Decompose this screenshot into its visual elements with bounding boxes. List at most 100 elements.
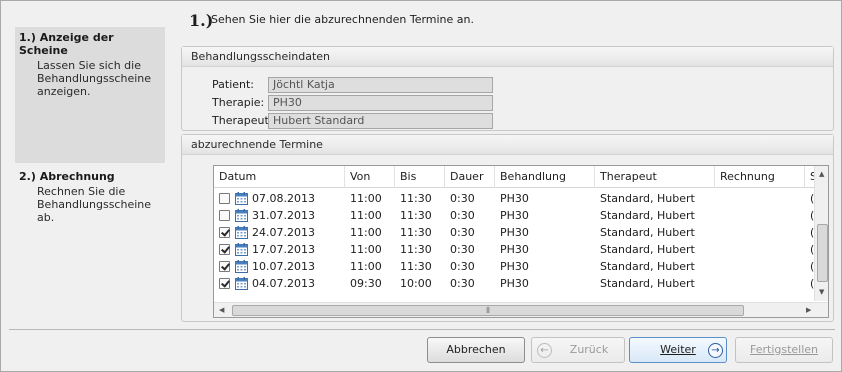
cell-datum: 17.07.2013 bbox=[252, 243, 315, 256]
vertical-scrollbar[interactable]: ▲ ▼ bbox=[814, 166, 828, 301]
table-row[interactable]: 24.07.2013 11:00 11:30 0:30 PH30 Standard, Hu… bbox=[214, 224, 814, 241]
cell-bis: 11:30 bbox=[400, 226, 432, 239]
col-therapeut[interactable]: Therapeut bbox=[595, 166, 715, 188]
row-checkbox[interactable] bbox=[219, 193, 230, 204]
cell-behandlung: PH30 bbox=[500, 209, 529, 222]
cell-dauer: 0:30 bbox=[450, 226, 475, 239]
zurueck-button[interactable]: ← Zurück bbox=[531, 337, 625, 363]
cell-rechnung bbox=[715, 258, 805, 275]
step-abrechnung[interactable]: 2.) Abrechnung Rechnen Sie die Behandlun… bbox=[15, 166, 165, 226]
therapie-label: Therapie: bbox=[212, 96, 265, 109]
group-title: Behandlungsscheindaten bbox=[182, 47, 833, 67]
arrow-left-circle-icon: ← bbox=[537, 343, 552, 358]
behandlungsschein-group: Behandlungsscheindaten Patient: Jöchtl K… bbox=[181, 46, 834, 131]
patient-label: Patient: bbox=[212, 78, 255, 91]
cell-therapeut: Standard, Hubert bbox=[600, 192, 695, 205]
page-instruction: Sehen Sie hier die abzurechnenden Termin… bbox=[211, 13, 475, 26]
scroll-right-icon[interactable]: ▶ bbox=[806, 306, 811, 314]
row-checkbox[interactable] bbox=[219, 227, 230, 238]
horizontal-scrollbar[interactable]: ◀ ⦀ ▶ bbox=[214, 302, 828, 317]
cell-rechnung bbox=[715, 241, 805, 258]
table-row[interactable]: 31.07.2013 11:00 11:30 0:30 PH30 Standard, Hu… bbox=[214, 207, 814, 224]
termine-grid[interactable]: Datum Von Bis Dauer Behandlung Therapeut… bbox=[213, 165, 829, 318]
termine-group: abzurechnende Termine Datum Von Bis Daue… bbox=[181, 134, 834, 322]
cell-behandlung: PH30 bbox=[500, 260, 529, 273]
calendar-icon bbox=[235, 243, 248, 256]
col-behandlung[interactable]: Behandlung bbox=[495, 166, 595, 188]
cell-rechnung bbox=[715, 190, 805, 207]
cell-dauer: 0:30 bbox=[450, 209, 475, 222]
scroll-up-icon[interactable]: ▲ bbox=[819, 170, 824, 178]
cell-therapeut: Standard, Hubert bbox=[600, 243, 695, 256]
cell-dauer: 0:30 bbox=[450, 243, 475, 256]
scroll-thumb[interactable]: ⦀ bbox=[232, 305, 744, 316]
cell-s: ( bbox=[810, 209, 814, 222]
footer-divider bbox=[9, 329, 835, 330]
button-label: Abbrechen bbox=[446, 343, 506, 356]
cell-s: ( bbox=[810, 192, 814, 205]
therapeut-field: Hubert Standard bbox=[268, 113, 493, 129]
cell-therapeut: Standard, Hubert bbox=[600, 209, 695, 222]
step-title: 1.) Anzeige der Scheine bbox=[19, 31, 114, 57]
table-row[interactable]: 07.08.2013 11:00 11:30 0:30 PH30 Standard, Hu… bbox=[214, 190, 814, 207]
cell-s: ( bbox=[810, 226, 814, 239]
cell-behandlung: PH30 bbox=[500, 277, 529, 290]
grid-header: Datum Von Bis Dauer Behandlung Therapeut… bbox=[214, 166, 828, 188]
cell-dauer: 0:30 bbox=[450, 260, 475, 273]
cell-bis: 11:30 bbox=[400, 192, 432, 205]
scroll-thumb[interactable] bbox=[817, 224, 828, 282]
scroll-down-icon[interactable]: ▼ bbox=[819, 288, 824, 296]
row-checkbox[interactable] bbox=[219, 261, 230, 272]
cell-s: ( bbox=[810, 277, 814, 290]
row-checkbox[interactable] bbox=[219, 210, 230, 221]
cell-von: 09:30 bbox=[350, 277, 382, 290]
col-datum[interactable]: Datum bbox=[214, 166, 345, 188]
cell-behandlung: PH30 bbox=[500, 226, 529, 239]
cell-dauer: 0:30 bbox=[450, 277, 475, 290]
cell-s: ( bbox=[810, 243, 814, 256]
therapeut-label: Therapeut: bbox=[212, 114, 273, 127]
cell-datum: 10.07.2013 bbox=[252, 260, 315, 273]
cell-von: 11:00 bbox=[350, 192, 382, 205]
cell-datum: 31.07.2013 bbox=[252, 209, 315, 222]
step-title: 2.) Abrechnung bbox=[19, 170, 115, 183]
arrow-right-circle-icon: → bbox=[708, 343, 723, 358]
calendar-icon bbox=[235, 192, 248, 205]
cell-datum: 04.07.2013 bbox=[252, 277, 315, 290]
cell-therapeut: Standard, Hubert bbox=[600, 260, 695, 273]
cell-therapeut: Standard, Hubert bbox=[600, 277, 695, 290]
patient-field: Jöchtl Katja bbox=[268, 77, 493, 93]
weiter-button[interactable]: Weiter → bbox=[629, 337, 727, 363]
step-anzeige[interactable]: 1.) Anzeige der Scheine Lassen Sie sich … bbox=[15, 27, 165, 163]
cell-rechnung bbox=[715, 275, 805, 292]
cell-rechnung bbox=[715, 224, 805, 241]
col-dauer[interactable]: Dauer bbox=[445, 166, 495, 188]
button-label: Fertigstellen bbox=[749, 343, 819, 356]
calendar-icon bbox=[235, 209, 248, 222]
table-row[interactable]: 04.07.2013 09:30 10:00 0:30 PH30 Standard, Hu… bbox=[214, 275, 814, 292]
page-step-number: 1.) bbox=[189, 11, 214, 30]
cell-s: ( bbox=[810, 260, 814, 273]
cell-von: 11:00 bbox=[350, 260, 382, 273]
abbrechen-button[interactable]: Abbrechen bbox=[427, 337, 525, 363]
col-bis[interactable]: Bis bbox=[395, 166, 445, 188]
fertigstellen-button[interactable]: Fertigstellen bbox=[735, 337, 833, 363]
col-rechnung[interactable]: Rechnung bbox=[715, 166, 805, 188]
table-row[interactable]: 17.07.2013 11:00 11:30 0:30 PH30 Standard, Hu… bbox=[214, 241, 814, 258]
cell-datum: 07.08.2013 bbox=[252, 192, 315, 205]
cell-bis: 11:30 bbox=[400, 260, 432, 273]
therapie-field: PH30 bbox=[268, 95, 493, 111]
table-row[interactable]: 10.07.2013 11:00 11:30 0:30 PH30 Standard, Hu… bbox=[214, 258, 814, 275]
col-von[interactable]: Von bbox=[345, 166, 395, 188]
scroll-left-icon[interactable]: ◀ bbox=[219, 306, 224, 314]
step-description: Rechnen Sie die Behandlungsscheine ab. bbox=[37, 185, 152, 224]
cell-bis: 11:30 bbox=[400, 243, 432, 256]
step-description: Lassen Sie sich die Behandlungsscheine a… bbox=[37, 59, 152, 98]
cell-bis: 10:00 bbox=[400, 277, 432, 290]
row-checkbox[interactable] bbox=[219, 244, 230, 255]
cell-rechnung bbox=[715, 207, 805, 224]
button-label: Weiter bbox=[660, 343, 696, 356]
cell-dauer: 0:30 bbox=[450, 192, 475, 205]
row-checkbox[interactable] bbox=[219, 278, 230, 289]
cell-behandlung: PH30 bbox=[500, 192, 529, 205]
